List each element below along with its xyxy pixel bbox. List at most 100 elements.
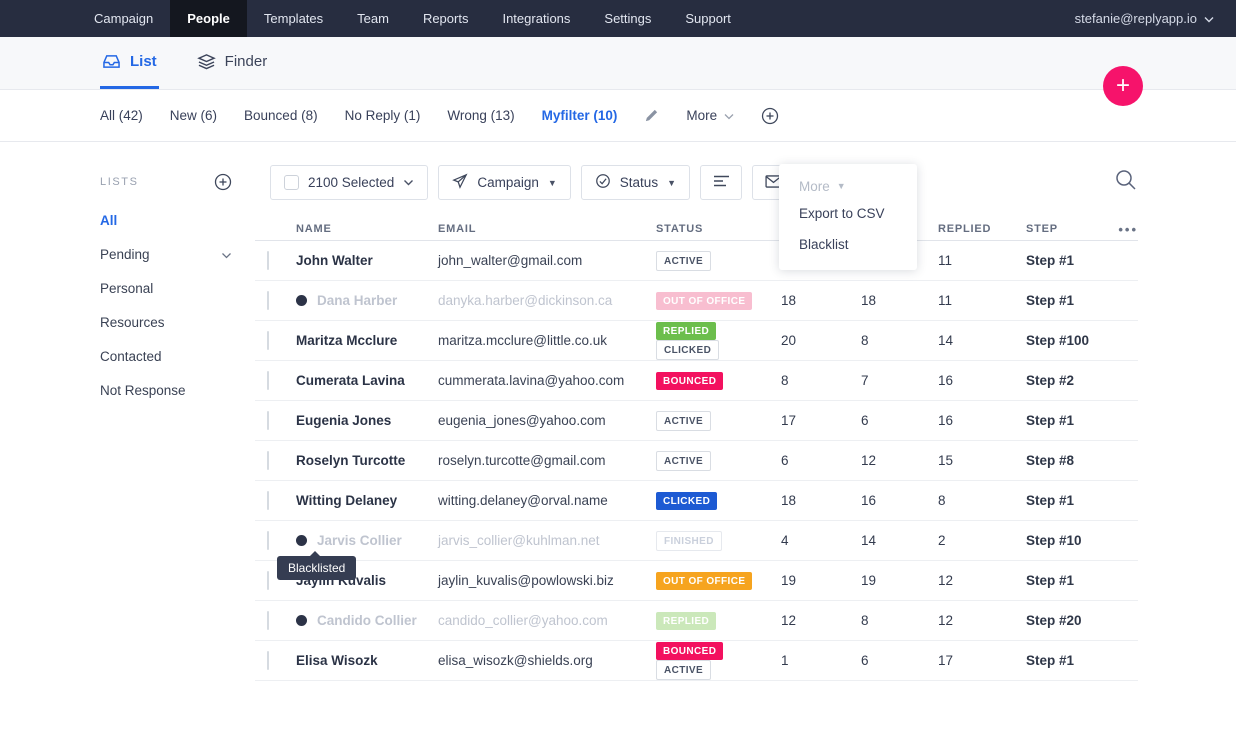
inbox-icon — [102, 53, 121, 70]
table-row[interactable]: Cumerata Lavina cummerata.lavina@yahoo.c… — [255, 361, 1138, 401]
header-replied[interactable]: REPLIED — [938, 223, 1026, 235]
table-row[interactable]: Dana Harber danyka.harber@dickinson.ca O… — [255, 281, 1138, 321]
row-checkbox[interactable] — [267, 451, 269, 470]
menu-item-blacklist[interactable]: Blacklist — [799, 229, 917, 260]
selection-dropdown[interactable]: 2100 Selected — [270, 165, 428, 200]
add-filter-icon[interactable] — [761, 107, 779, 125]
row-checkbox[interactable] — [267, 651, 269, 670]
table-row[interactable]: Roselyn Turcotte roselyn.turcotte@gmail.… — [255, 441, 1138, 481]
nav-item-people[interactable]: People — [170, 0, 247, 37]
campaign-dropdown-button[interactable]: Campaign ▼ — [438, 165, 570, 200]
row-checkbox[interactable] — [267, 331, 269, 350]
replied-count: 12 — [938, 613, 1026, 628]
contact-name: Elisa Wisozk — [296, 653, 378, 668]
sidebar-item-resources[interactable]: Resources — [100, 306, 232, 340]
select-all-checkbox[interactable] — [284, 175, 299, 190]
header-step[interactable]: STEP — [1026, 223, 1106, 235]
table-header-row: NAME EMAIL STATUS DELIVERED OPENED REPLI… — [255, 218, 1138, 241]
sidebar-item-not-response[interactable]: Not Response — [100, 374, 232, 408]
notes-button[interactable] — [700, 165, 742, 200]
filter-wrong[interactable]: Wrong (13) — [447, 108, 514, 123]
delivered-count: 19 — [781, 573, 861, 588]
row-checkbox[interactable] — [267, 291, 269, 310]
row-checkbox[interactable] — [267, 411, 269, 430]
menu-item-export-csv[interactable]: Export to CSV — [799, 198, 917, 229]
contact-email: john_walter@gmail.com — [438, 253, 656, 268]
column-settings-icon[interactable]: ••• — [1106, 222, 1138, 237]
table-row[interactable]: Elisa Wisozk elisa_wisozk@shields.org BO… — [255, 641, 1138, 681]
chevron-down-icon — [1204, 11, 1214, 26]
account-menu[interactable]: stefanie@replyapp.io — [1075, 0, 1214, 37]
contact-email: witting.delaney@orval.name — [438, 493, 656, 508]
step-label: Step #1 — [1026, 573, 1106, 588]
header-status[interactable]: STATUS — [656, 223, 781, 235]
chevron-down-icon[interactable] — [221, 238, 232, 272]
row-checkbox[interactable] — [267, 611, 269, 630]
tab-list[interactable]: List — [100, 37, 159, 89]
row-checkbox[interactable] — [267, 251, 269, 270]
nav-item-campaign[interactable]: Campaign — [77, 0, 170, 37]
add-contact-button[interactable]: + — [1103, 66, 1143, 106]
replied-count: 12 — [938, 573, 1026, 588]
delivered-count: 18 — [781, 493, 861, 508]
check-circle-icon — [595, 173, 611, 192]
opened-count: 8 — [861, 613, 938, 628]
filter-myfilter[interactable]: Myfilter (10) — [542, 108, 618, 123]
row-checkbox[interactable] — [267, 491, 269, 510]
search-button[interactable] — [1114, 168, 1137, 194]
nav-item-integrations[interactable]: Integrations — [485, 0, 587, 37]
lists-title: LISTS — [100, 176, 139, 188]
table-row[interactable]: Witting Delaney witting.delaney@orval.na… — [255, 481, 1138, 521]
status-button-label: Status — [620, 175, 658, 190]
caret-down-icon: ▼ — [667, 178, 676, 188]
row-checkbox[interactable] — [267, 531, 269, 550]
contact-email: elisa_wisozk@shields.org — [438, 653, 656, 668]
more-dropdown-trigger[interactable]: More ▼ — [799, 174, 917, 198]
nav-item-support[interactable]: Support — [668, 0, 748, 37]
blacklisted-tooltip: Blacklisted — [277, 556, 356, 580]
delivered-count: 12 — [781, 613, 861, 628]
status-badge: BOUNCED — [656, 372, 723, 390]
row-checkbox[interactable] — [267, 371, 269, 390]
filter-bar: All (42) New (6) Bounced (8) No Reply (1… — [0, 90, 1236, 142]
nav-item-reports[interactable]: Reports — [406, 0, 486, 37]
sidebar-item-all[interactable]: All — [100, 204, 232, 238]
table-row[interactable]: Maritza Mcclure maritza.mcclure@little.c… — [255, 321, 1138, 361]
sidebar-item-label: Not Response — [100, 374, 186, 408]
contact-name: Jarvis Collier — [317, 533, 402, 548]
nav-item-templates[interactable]: Templates — [247, 0, 340, 37]
delivered-count: 18 — [781, 293, 861, 308]
table-row[interactable]: John Walter john_walter@gmail.com ACTIVE… — [255, 241, 1138, 281]
delivered-count: 20 — [781, 333, 861, 348]
status-dropdown-button[interactable]: Status ▼ — [581, 165, 690, 200]
contact-name: Witting Delaney — [296, 493, 397, 508]
status-badge: CLICKED — [656, 340, 719, 360]
filter-all[interactable]: All (42) — [100, 108, 143, 123]
tab-finder[interactable]: Finder — [195, 37, 270, 89]
header-email[interactable]: EMAIL — [438, 223, 656, 235]
filter-more-dropdown[interactable]: More — [686, 108, 734, 123]
contact-name: Candido Collier — [317, 613, 417, 628]
filter-new[interactable]: New (6) — [170, 108, 217, 123]
sidebar-item-pending[interactable]: Pending — [100, 238, 232, 272]
header-name[interactable]: NAME — [296, 223, 438, 235]
status-badge: CLICKED — [656, 492, 717, 510]
status-badges: BOUNCEDACTIVE — [656, 641, 781, 680]
table-row[interactable]: Jaylin Kuvalis jaylin_kuvalis@powlowski.… — [255, 561, 1138, 601]
opened-count: 19 — [861, 573, 938, 588]
add-list-icon[interactable] — [214, 173, 232, 191]
filter-bounced[interactable]: Bounced (8) — [244, 108, 318, 123]
sidebar-item-personal[interactable]: Personal — [100, 272, 232, 306]
table-row[interactable]: Jarvis Collier jarvis_collier@kuhlman.ne… — [255, 521, 1138, 561]
step-label: Step #1 — [1026, 413, 1106, 428]
text-lines-icon — [713, 174, 730, 191]
table-row[interactable]: Candido Collier candido_collier@yahoo.co… — [255, 601, 1138, 641]
filter-no-reply[interactable]: No Reply (1) — [345, 108, 421, 123]
nav-item-team[interactable]: Team — [340, 0, 406, 37]
edit-filter-pencil-icon[interactable] — [644, 108, 659, 123]
nav-item-settings[interactable]: Settings — [587, 0, 668, 37]
replied-count: 11 — [938, 293, 1026, 308]
row-checkbox[interactable] — [267, 571, 269, 590]
sidebar-item-contacted[interactable]: Contacted — [100, 340, 232, 374]
table-row[interactable]: Eugenia Jones eugenia_jones@yahoo.com AC… — [255, 401, 1138, 441]
